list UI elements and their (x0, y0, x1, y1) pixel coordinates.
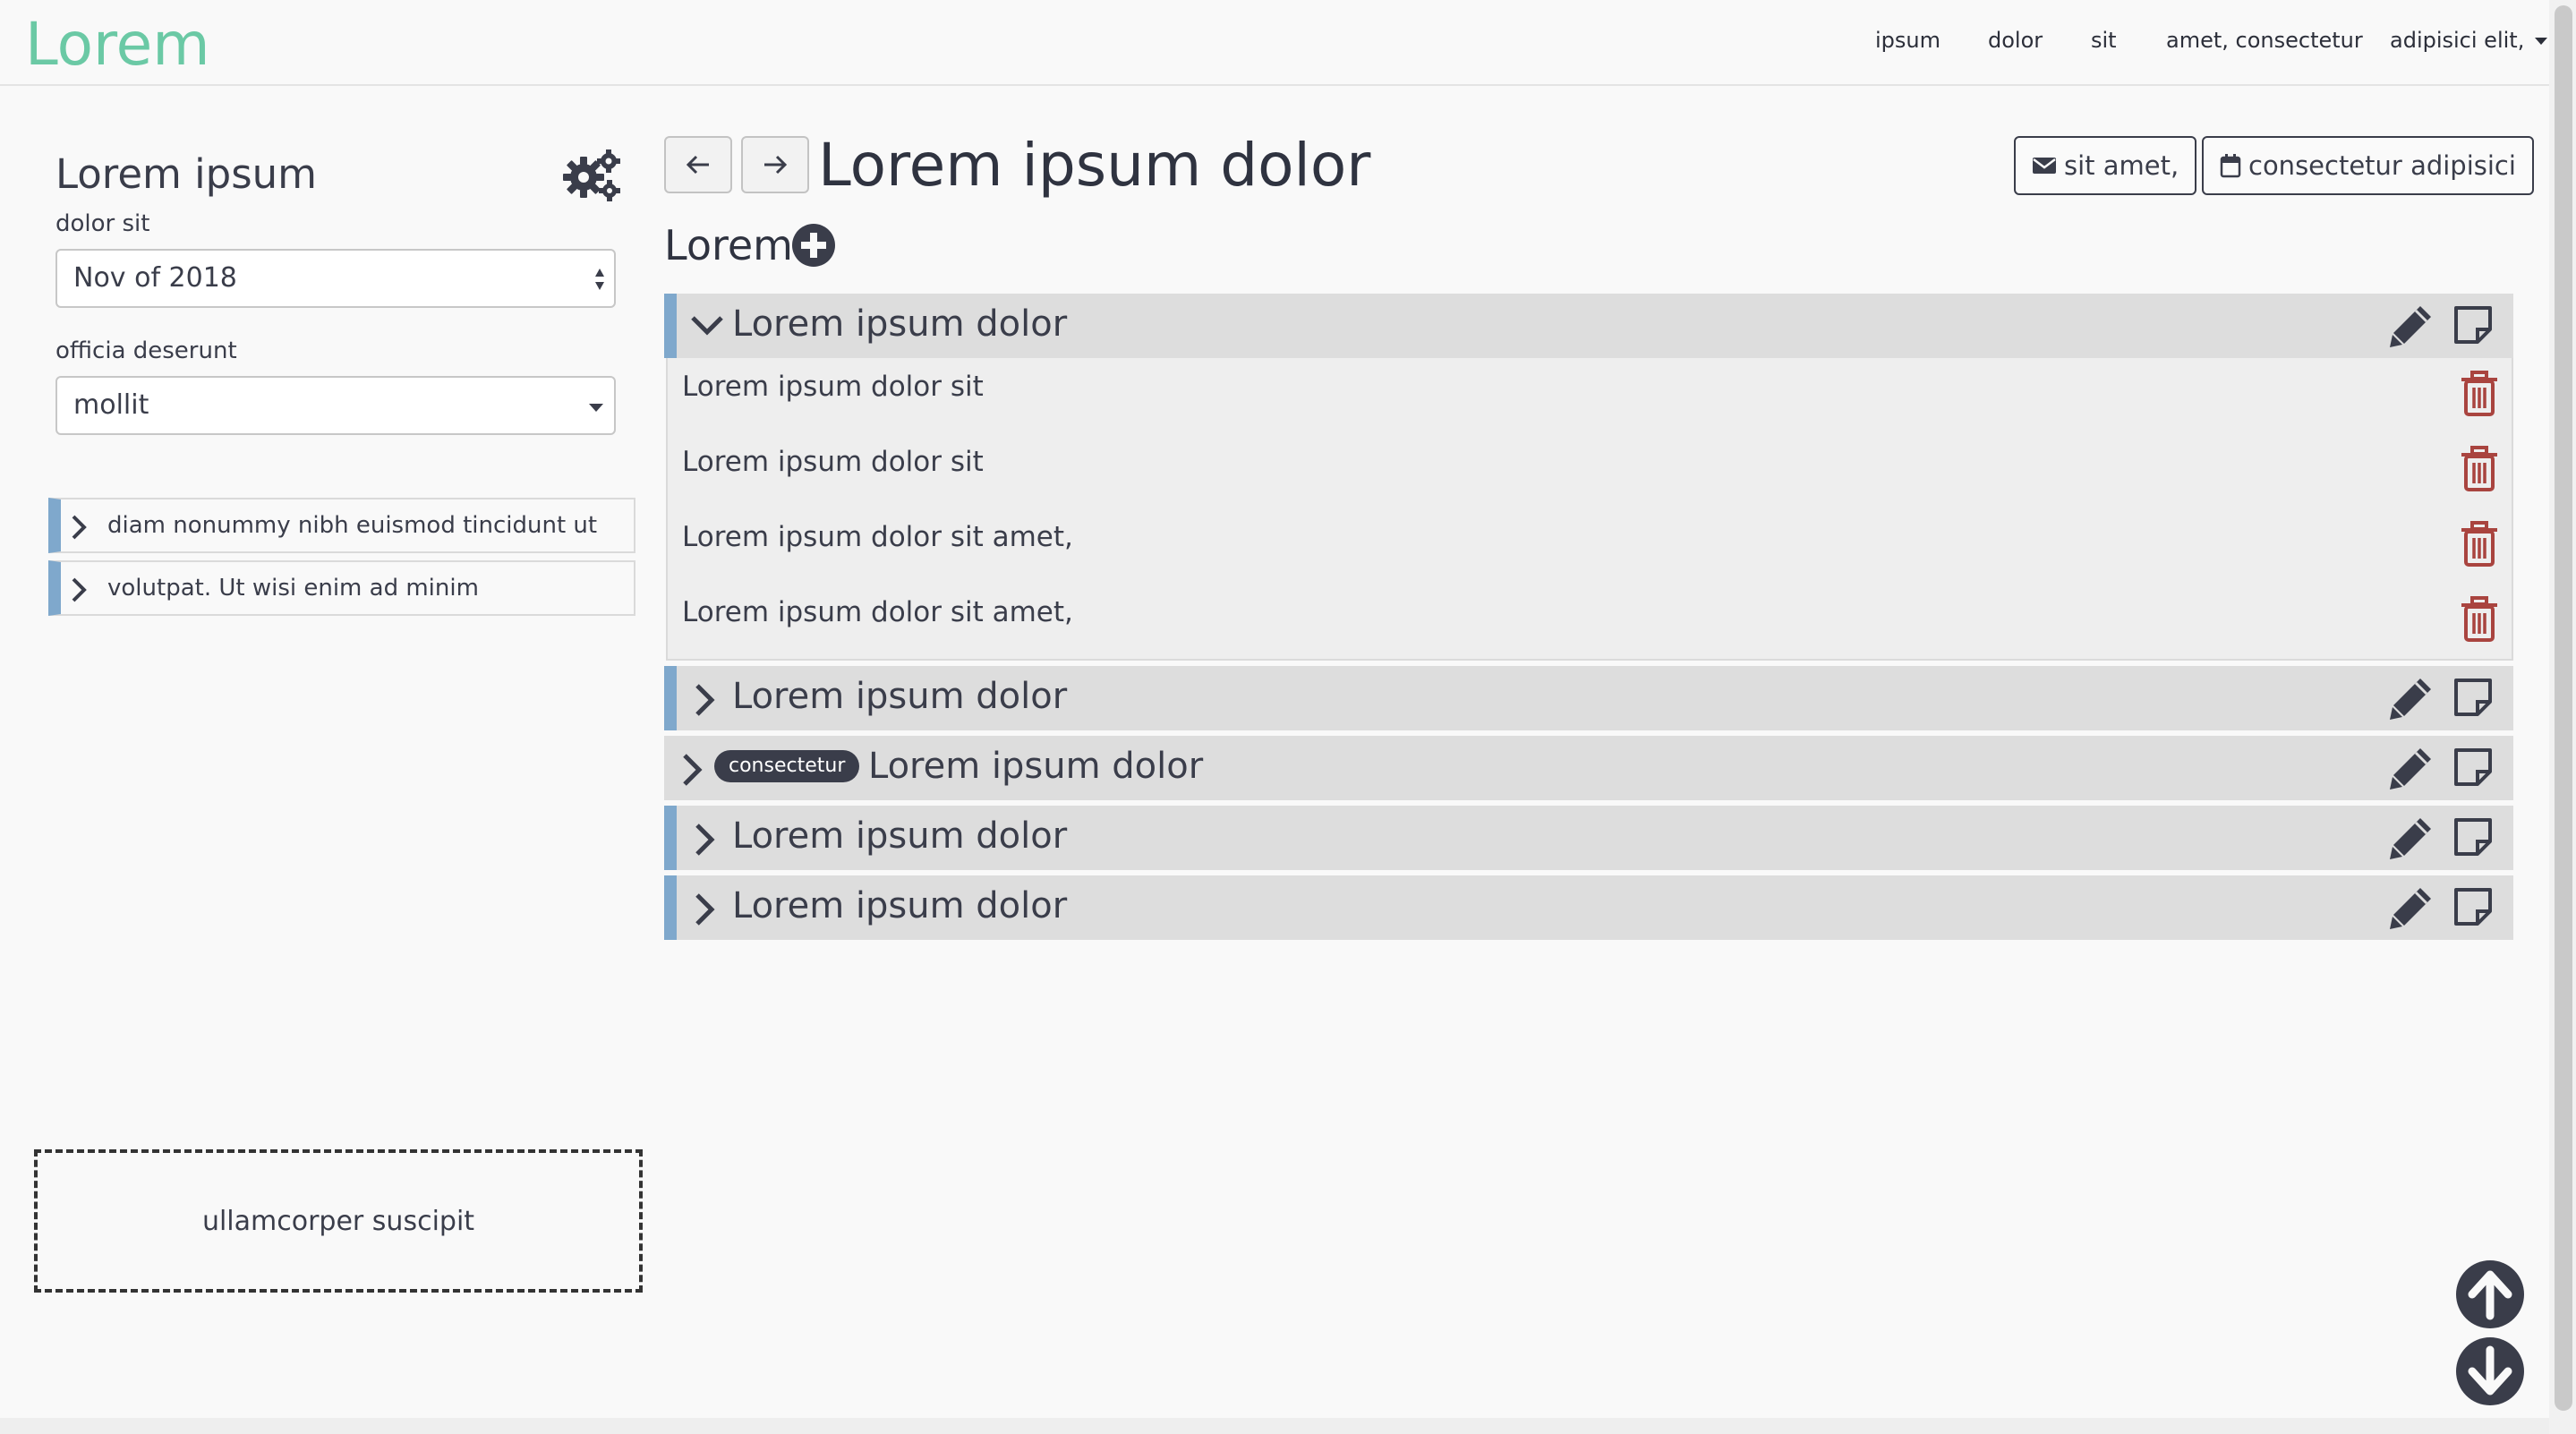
chevron-right-icon (695, 824, 715, 856)
sidebar-item[interactable]: volutpat. Ut wisi enim ad minim (48, 560, 635, 616)
calendar-icon (2220, 154, 2241, 178)
trash-icon[interactable] (2460, 596, 2499, 643)
nav-link-dolor[interactable]: dolor (1988, 27, 2043, 54)
list-item: Lorem ipsum dolor sit amet, (682, 584, 2499, 659)
pencil-icon[interactable] (2388, 303, 2435, 349)
date-field-label: dolor sit (55, 210, 150, 237)
month-select-value: Nov of 2018 (73, 262, 237, 294)
accordion-title: Lorem ipsum dolor (868, 746, 1204, 787)
list-item-label: Lorem ipsum dolor sit (682, 446, 984, 478)
chevron-right-icon (72, 577, 87, 602)
chevron-down-icon (691, 316, 723, 336)
add-circle-icon[interactable] (791, 223, 836, 268)
accordion-tools (2388, 675, 2513, 721)
scrollbar-thumb[interactable] (2555, 5, 2572, 1411)
list-item: Lorem ipsum dolor sit amet, (682, 508, 2499, 584)
page-title: Lorem ipsum dolor (818, 131, 1371, 200)
accordion-tools (2388, 884, 2513, 931)
drop-zone[interactable]: ullamcorper suscipit (34, 1149, 643, 1293)
list-item-label: Lorem ipsum dolor sit amet, (682, 521, 1073, 553)
accordion-title: Lorem ipsum dolor (732, 885, 1068, 926)
pencil-icon[interactable] (2388, 675, 2435, 721)
list-item-label: Lorem ipsum dolor sit amet, (682, 596, 1073, 628)
month-select[interactable]: Nov of 2018 (55, 249, 616, 308)
gears-icon[interactable] (560, 149, 623, 204)
nav-link-sit[interactable]: sit (2091, 27, 2117, 54)
brand-logo[interactable]: Lorem (25, 9, 210, 81)
accordion-header[interactable]: Lorem ipsum dolor (664, 806, 2513, 870)
sidebar-title: Lorem ipsum (55, 150, 318, 198)
envelope-icon (2033, 158, 2056, 174)
sidebar-item-label: diam nonummy nibh euismod tincidunt ut (107, 512, 598, 539)
arrow-right-icon (764, 155, 788, 175)
section-title: Lorem (664, 221, 793, 269)
accordion-tools (2388, 745, 2513, 791)
forward-button[interactable] (741, 136, 809, 193)
scroll-down-icon[interactable] (2456, 1337, 2524, 1405)
accordion-title: Lorem ipsum dolor (732, 815, 1068, 857)
email-button[interactable]: sit amet, (2014, 136, 2197, 195)
trash-icon[interactable] (2460, 371, 2499, 417)
sticky-note-icon[interactable] (2452, 747, 2494, 788)
chevron-right-icon (72, 515, 87, 540)
nav-dropdown-user[interactable]: adipisici elit, (2390, 27, 2548, 54)
accordion-tools (2388, 303, 2513, 349)
pencil-icon[interactable] (2388, 745, 2435, 791)
sidebar-item-label: volutpat. Ut wisi enim ad minim (107, 575, 479, 602)
accordion-title: Lorem ipsum dolor (732, 676, 1068, 717)
sticky-note-icon[interactable] (2452, 886, 2494, 927)
bottom-bar (0, 1418, 2549, 1434)
chevron-right-icon (695, 684, 715, 716)
filter-select[interactable]: mollit (55, 376, 616, 435)
back-button[interactable] (664, 136, 732, 193)
filter-select-value: mollit (73, 389, 149, 421)
sticky-note-icon[interactable] (2452, 677, 2494, 718)
top-navbar: Lorem ipsum dolor sit amet, consectetur … (0, 0, 2549, 86)
accordion-header[interactable]: Lorem ipsum dolor (664, 875, 2513, 940)
pencil-icon[interactable] (2388, 815, 2435, 861)
updown-arrows-icon (595, 269, 604, 290)
list-item-label: Lorem ipsum dolor sit (682, 371, 984, 403)
trash-icon[interactable] (2460, 446, 2499, 492)
calendar-button-label: consectetur adipisici (2248, 150, 2516, 181)
accordion-tools (2388, 815, 2513, 861)
accordion-header[interactable]: consectetur Lorem ipsum dolor (664, 736, 2513, 800)
calendar-button[interactable]: consectetur adipisici (2202, 136, 2534, 195)
filter-field-label: officia deserunt (55, 337, 237, 364)
drop-zone-label: ullamcorper suscipit (201, 1205, 475, 1237)
status-badge: consectetur (714, 750, 860, 782)
accordion-header[interactable]: Lorem ipsum dolor (664, 666, 2513, 730)
list-item: Lorem ipsum dolor sit (682, 358, 2499, 433)
nav-link-ipsum[interactable]: ipsum (1875, 27, 1941, 54)
email-button-label: sit amet, (2064, 150, 2179, 181)
pencil-icon[interactable] (2388, 884, 2435, 931)
accordion-body: Lorem ipsum dolor sit Lorem ipsum dolor … (666, 358, 2513, 661)
vertical-scrollbar[interactable] (2549, 0, 2576, 1434)
scroll-up-icon[interactable] (2456, 1260, 2524, 1328)
caret-down-icon (2535, 38, 2548, 45)
chevron-right-icon (695, 893, 715, 926)
sticky-note-icon[interactable] (2452, 816, 2494, 858)
caret-down-icon (589, 404, 603, 412)
sticky-note-icon[interactable] (2452, 304, 2494, 346)
chevron-right-icon (683, 754, 703, 786)
nav-link-amet[interactable]: amet, consectetur (2166, 27, 2363, 54)
accordion-header[interactable]: Lorem ipsum dolor (664, 294, 2513, 358)
list-item: Lorem ipsum dolor sit (682, 433, 2499, 508)
arrow-left-icon (686, 155, 709, 175)
trash-icon[interactable] (2460, 521, 2499, 568)
accordion-title: Lorem ipsum dolor (732, 303, 1068, 345)
sidebar-item[interactable]: diam nonummy nibh euismod tincidunt ut (48, 498, 635, 553)
nav-dropdown-label: adipisici elit, (2390, 28, 2525, 53)
